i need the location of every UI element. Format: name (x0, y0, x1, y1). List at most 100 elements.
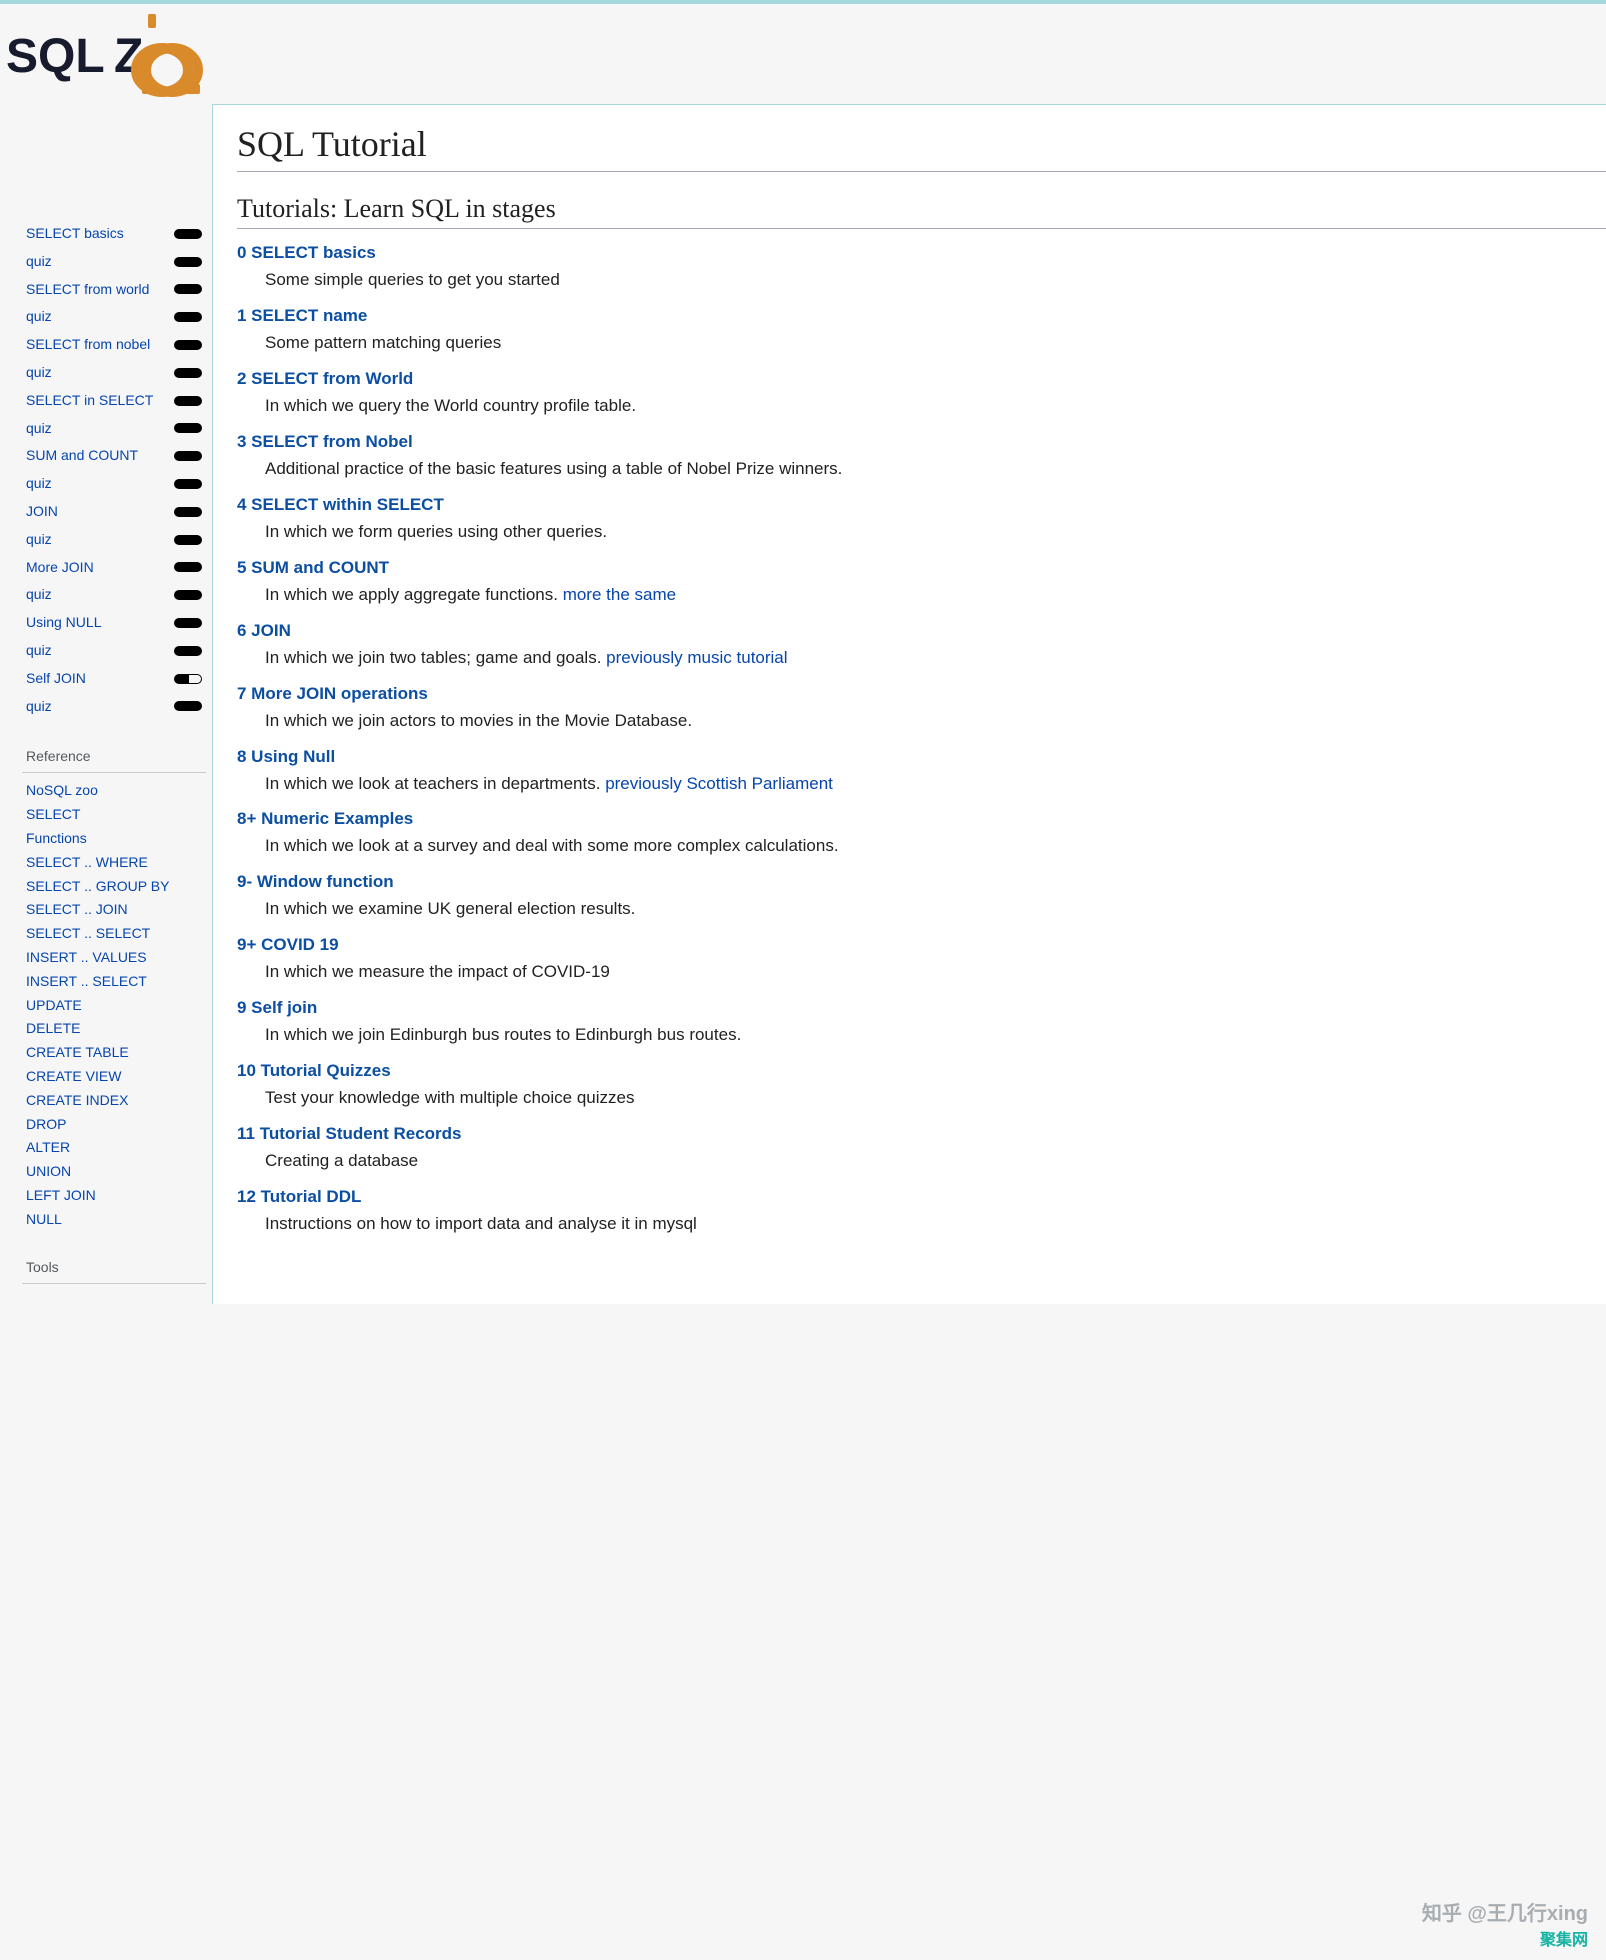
tutorial-description: In which we join two tables; game and go… (265, 647, 1606, 670)
sidebar-nav-row: SELECT basics (26, 220, 202, 248)
sidebar-reference-link[interactable]: Functions (26, 827, 202, 851)
tutorial-description-text: In which we join Edinburgh bus routes to… (265, 1025, 741, 1044)
tutorial-description-text: In which we query the World country prof… (265, 396, 636, 415)
tutorial-title-link[interactable]: 10 Tutorial Quizzes (237, 1061, 1606, 1081)
tutorial-title-link[interactable]: 8+ Numeric Examples (237, 809, 1606, 829)
site-logo[interactable]: SQL Z (0, 4, 212, 100)
tutorial-description: In which we look at a survey and deal wi… (265, 835, 1606, 858)
tutorial-description: In which we apply aggregate functions. m… (265, 584, 1606, 607)
sidebar-nav-link[interactable]: SELECT from world (26, 278, 149, 302)
sidebar-nav-row: quiz (26, 248, 202, 276)
sidebar-nav-link[interactable]: quiz (26, 583, 52, 607)
sidebar-heading-tools: Tools (26, 1259, 202, 1277)
sidebar-nav-row: quiz (26, 526, 202, 554)
tutorial-title-link[interactable]: 8 Using Null (237, 747, 1606, 767)
tutorial-description-text: Instructions on how to import data and a… (265, 1214, 697, 1233)
sidebar-nav-row: quiz (26, 303, 202, 331)
tutorial-description: Creating a database (265, 1150, 1606, 1173)
sidebar-nav-row: Self JOIN (26, 665, 202, 693)
tutorial-description: In which we examine UK general election … (265, 898, 1606, 921)
sidebar-nav-link[interactable]: quiz (26, 305, 52, 329)
tutorial-description-text: In which we look at teachers in departme… (265, 774, 605, 793)
tutorial-description: Some pattern matching queries (265, 332, 1606, 355)
tutorial-title-link[interactable]: 11 Tutorial Student Records (237, 1124, 1606, 1144)
sidebar-reference-link[interactable]: INSERT .. SELECT (26, 970, 202, 994)
tutorial-title-link[interactable]: 5 SUM and COUNT (237, 558, 1606, 578)
tutorial-title-link[interactable]: 2 SELECT from World (237, 369, 1606, 389)
sidebar-reference-link[interactable]: SELECT .. SELECT (26, 922, 202, 946)
sidebar-reference-link[interactable]: UNION (26, 1160, 202, 1184)
sidebar-reference-link[interactable]: CREATE INDEX (26, 1089, 202, 1113)
sidebar-nav-link[interactable]: quiz (26, 695, 52, 719)
sidebar-nav-link[interactable]: Self JOIN (26, 667, 86, 691)
progress-pill-icon (174, 229, 202, 239)
progress-pill-icon (174, 479, 202, 489)
tutorial-title-link[interactable]: 6 JOIN (237, 621, 1606, 641)
sidebar-reference-link[interactable]: LEFT JOIN (26, 1184, 202, 1208)
sidebar-reference-link[interactable]: SELECT .. GROUP BY (26, 875, 202, 899)
progress-pill-icon (174, 507, 202, 517)
tutorial-description-text: Some simple queries to get you started (265, 270, 560, 289)
sidebar-reference-link[interactable]: NULL (26, 1208, 202, 1232)
sidebar-nav-row: JOIN (26, 498, 202, 526)
sidebar-reference-link[interactable]: NoSQL zoo (26, 779, 202, 803)
sidebar-nav-link[interactable]: quiz (26, 528, 52, 552)
progress-pill-icon (174, 451, 202, 461)
tutorial-title-link[interactable]: 0 SELECT basics (237, 243, 1606, 263)
sidebar-nav-row: SELECT from world (26, 276, 202, 304)
sidebar-nav-row: More JOIN (26, 554, 202, 582)
sidebar-reference-link[interactable]: SELECT .. JOIN (26, 898, 202, 922)
sidebar-reference-link[interactable]: CREATE TABLE (26, 1041, 202, 1065)
tutorial-description: Some simple queries to get you started (265, 269, 1606, 292)
sidebar-reference-link[interactable]: INSERT .. VALUES (26, 946, 202, 970)
sidebar-nav-link[interactable]: quiz (26, 361, 52, 385)
sidebar-nav-link[interactable]: SELECT from nobel (26, 333, 150, 357)
tutorial-title-link[interactable]: 3 SELECT from Nobel (237, 432, 1606, 452)
sidebar-nav-link[interactable]: quiz (26, 250, 52, 274)
sidebar-nav-link[interactable]: quiz (26, 472, 52, 496)
sidebar-reference-link[interactable]: ALTER (26, 1136, 202, 1160)
tutorial-title-link[interactable]: 9- Window function (237, 872, 1606, 892)
progress-pill-icon (174, 590, 202, 600)
sidebar-nav-link[interactable]: SUM and COUNT (26, 444, 138, 468)
tutorial-description-text: In which we join two tables; game and go… (265, 648, 606, 667)
sidebar-nav-link[interactable]: quiz (26, 417, 52, 441)
tutorial-inline-link[interactable]: more the same (563, 585, 676, 604)
watermark-zhihu: 知乎 @王几行xing (1422, 1897, 1588, 1926)
tutorial-title-link[interactable]: 9+ COVID 19 (237, 935, 1606, 955)
progress-pill-icon (174, 674, 202, 684)
sidebar-nav-row: quiz (26, 359, 202, 387)
sidebar-reference-link[interactable]: UPDATE (26, 994, 202, 1018)
tutorial-title-link[interactable]: 12 Tutorial DDL (237, 1187, 1606, 1207)
tutorial-title-link[interactable]: 9 Self join (237, 998, 1606, 1018)
divider (22, 772, 206, 773)
tutorial-inline-link[interactable]: previously Scottish Parliament (605, 774, 833, 793)
tutorial-title-link[interactable]: 7 More JOIN operations (237, 684, 1606, 704)
sidebar-nav-row: quiz (26, 693, 202, 721)
svg-text:SQL: SQL (6, 30, 105, 83)
sidebar-reference-link[interactable]: SELECT .. WHERE (26, 851, 202, 875)
tutorial-description-text: In which we form queries using other que… (265, 522, 607, 541)
tutorial-inline-link[interactable]: previously music tutorial (606, 648, 787, 667)
progress-pill-icon (174, 284, 202, 294)
tutorial-title-link[interactable]: 4 SELECT within SELECT (237, 495, 1606, 515)
sidebar-reference-link[interactable]: DROP (26, 1113, 202, 1137)
tutorial-title-link[interactable]: 1 SELECT name (237, 306, 1606, 326)
tutorial-description: Test your knowledge with multiple choice… (265, 1087, 1606, 1110)
tutorial-description-text: In which we join actors to movies in the… (265, 711, 692, 730)
sidebar-nav-row: SUM and COUNT (26, 442, 202, 470)
sidebar-nav-row: SELECT from nobel (26, 331, 202, 359)
sidebar-reference-link[interactable]: DELETE (26, 1017, 202, 1041)
sidebar-nav-link[interactable]: SELECT basics (26, 222, 124, 246)
sidebar-nav-link[interactable]: More JOIN (26, 556, 94, 580)
tutorial-description-text: In which we measure the impact of COVID-… (265, 962, 610, 981)
progress-pill-icon (174, 368, 202, 378)
sidebar-reference-link[interactable]: CREATE VIEW (26, 1065, 202, 1089)
sidebar: SQL Z SELECT basics quiz SELECT from world… (0, 4, 212, 1330)
sidebar-nav-link[interactable]: SELECT in SELECT (26, 389, 153, 413)
sidebar-nav-link[interactable]: quiz (26, 639, 52, 663)
tutorial-description: Additional practice of the basic feature… (265, 458, 1606, 481)
sidebar-nav-link[interactable]: Using NULL (26, 611, 101, 635)
sidebar-reference-link[interactable]: SELECT (26, 803, 202, 827)
sidebar-nav-link[interactable]: JOIN (26, 500, 58, 524)
